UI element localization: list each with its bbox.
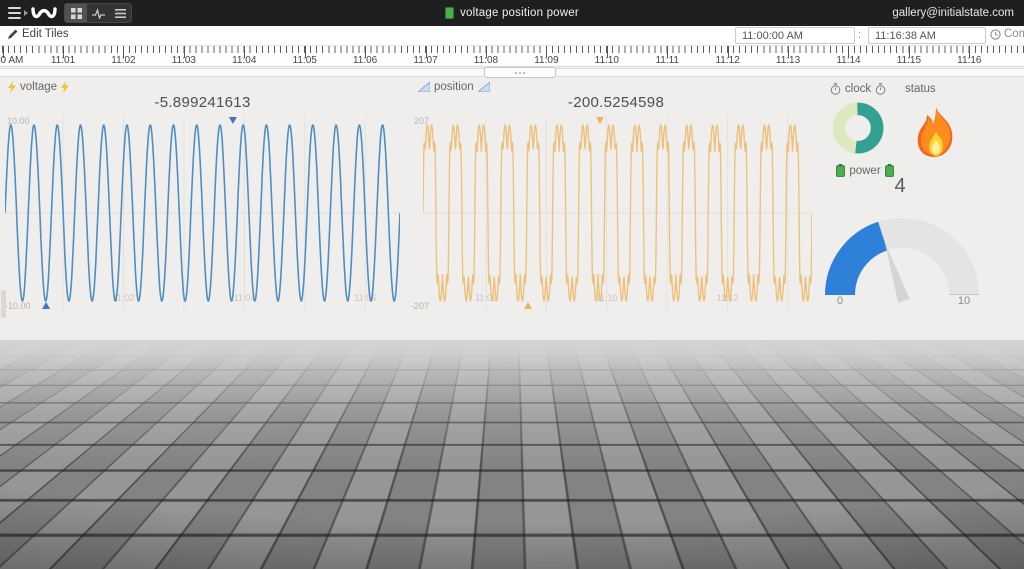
grid-icon bbox=[71, 8, 82, 19]
clock-tile-title: clock bbox=[845, 83, 871, 95]
timeline-label: 11:11 bbox=[655, 55, 679, 66]
timeline-label: 11:15 bbox=[897, 55, 921, 66]
toolbar: Edit Tiles : Compare bbox=[0, 26, 1024, 46]
clock-tile-header: clock bbox=[820, 83, 896, 95]
waves-icon bbox=[92, 8, 105, 19]
clock-donut-chart bbox=[830, 100, 886, 156]
timeline-label: 11:09 bbox=[534, 55, 558, 66]
timeline-label: 11:01 bbox=[51, 55, 75, 66]
timeline-ruler[interactable]: 11:00 AM 11:01 11:02 11:03 11:04 11:05 11:06 11… bbox=[0, 46, 1024, 67]
chart-voltage[interactable]: 11:0211:0411:06 bbox=[5, 115, 400, 311]
compare-button[interactable]: Compare bbox=[990, 28, 1024, 40]
view-switcher bbox=[64, 3, 132, 23]
top-bar: voltage position power gallery@initialst… bbox=[0, 0, 1024, 26]
stopwatch-icon bbox=[830, 83, 841, 95]
bucket-icon bbox=[445, 7, 454, 19]
voltage-current-value: -5.899241613 bbox=[0, 94, 405, 111]
stopwatch-icon bbox=[875, 83, 886, 95]
timeline-label: 11:07 bbox=[413, 55, 437, 66]
tiles-area: voltage -5.899241613 10.00 -10.00 11:021… bbox=[0, 78, 1024, 340]
status-tile-title: status bbox=[905, 83, 936, 95]
triangle-ruler-icon bbox=[418, 82, 430, 92]
timeline-label: 11:03 bbox=[172, 55, 196, 66]
timeline-label: 11:08 bbox=[474, 55, 498, 66]
svg-text:0: 0 bbox=[837, 295, 843, 305]
timeline-scroll-handle[interactable] bbox=[484, 67, 556, 78]
account-email[interactable]: gallery@initialstate.com bbox=[892, 0, 1014, 26]
chart-vertical-scrollbar[interactable] bbox=[1, 290, 6, 318]
bucket-title[interactable]: voltage position power bbox=[460, 7, 579, 19]
timeline-label: 11:05 bbox=[293, 55, 317, 66]
position-current-value: -200.5254598 bbox=[420, 94, 812, 111]
timeline-label: 11:13 bbox=[776, 55, 800, 66]
position-tile-header: position bbox=[418, 81, 490, 93]
lightning-icon bbox=[8, 81, 16, 93]
background-pavement-image bbox=[0, 340, 1024, 569]
timeline-label: 11:00 AM bbox=[0, 55, 23, 66]
timeline-label: 11:16 bbox=[957, 55, 981, 66]
view-waves-button[interactable] bbox=[87, 4, 109, 22]
timeline-label: 11:12 bbox=[715, 55, 739, 66]
list-icon bbox=[115, 8, 126, 19]
clock-compare-icon bbox=[990, 29, 1001, 40]
edit-tiles-label: Edit Tiles bbox=[22, 28, 69, 40]
view-tiles-button[interactable] bbox=[65, 4, 87, 22]
lightning-icon bbox=[61, 81, 69, 93]
svg-text:10: 10 bbox=[958, 295, 970, 305]
view-lines-button[interactable] bbox=[109, 4, 131, 22]
start-time-input[interactable] bbox=[735, 27, 855, 44]
voltage-tile-header: voltage bbox=[8, 81, 69, 93]
power-gauge-chart: 0 10 bbox=[822, 213, 982, 305]
triangle-ruler-icon bbox=[478, 82, 490, 92]
pencil-icon bbox=[8, 29, 18, 39]
voltage-tile-title: voltage bbox=[20, 81, 57, 93]
timeline-label: 11:06 bbox=[353, 55, 377, 66]
chart-position[interactable]: 11:0811:1011:12 bbox=[423, 115, 812, 311]
fire-icon bbox=[912, 106, 960, 162]
initial-state-dashboard: voltage position power gallery@initialst… bbox=[0, 0, 1024, 569]
end-time-input[interactable] bbox=[868, 27, 986, 44]
edit-tiles-button[interactable]: Edit Tiles bbox=[8, 28, 69, 40]
svg-text:11:04: 11:04 bbox=[233, 293, 255, 303]
timeline-label: 11:14 bbox=[836, 55, 860, 66]
initialstate-logo-icon[interactable] bbox=[30, 4, 58, 22]
timeline-label: 11:10 bbox=[595, 55, 619, 66]
timeline-label: 11:02 bbox=[111, 55, 135, 66]
hamburger-menu-icon[interactable] bbox=[8, 6, 30, 20]
minor-ticks bbox=[2, 46, 1024, 53]
timeline-scroll-row bbox=[0, 67, 1024, 78]
status-tile-header: status bbox=[905, 83, 936, 95]
time-separator: : bbox=[858, 29, 861, 41]
svg-text:11:12: 11:12 bbox=[717, 293, 739, 303]
position-tile-title: position bbox=[434, 81, 474, 93]
power-current-value: 4 bbox=[820, 175, 980, 198]
compare-label: Compare bbox=[1004, 28, 1024, 40]
timeline-label: 11:04 bbox=[232, 55, 256, 66]
